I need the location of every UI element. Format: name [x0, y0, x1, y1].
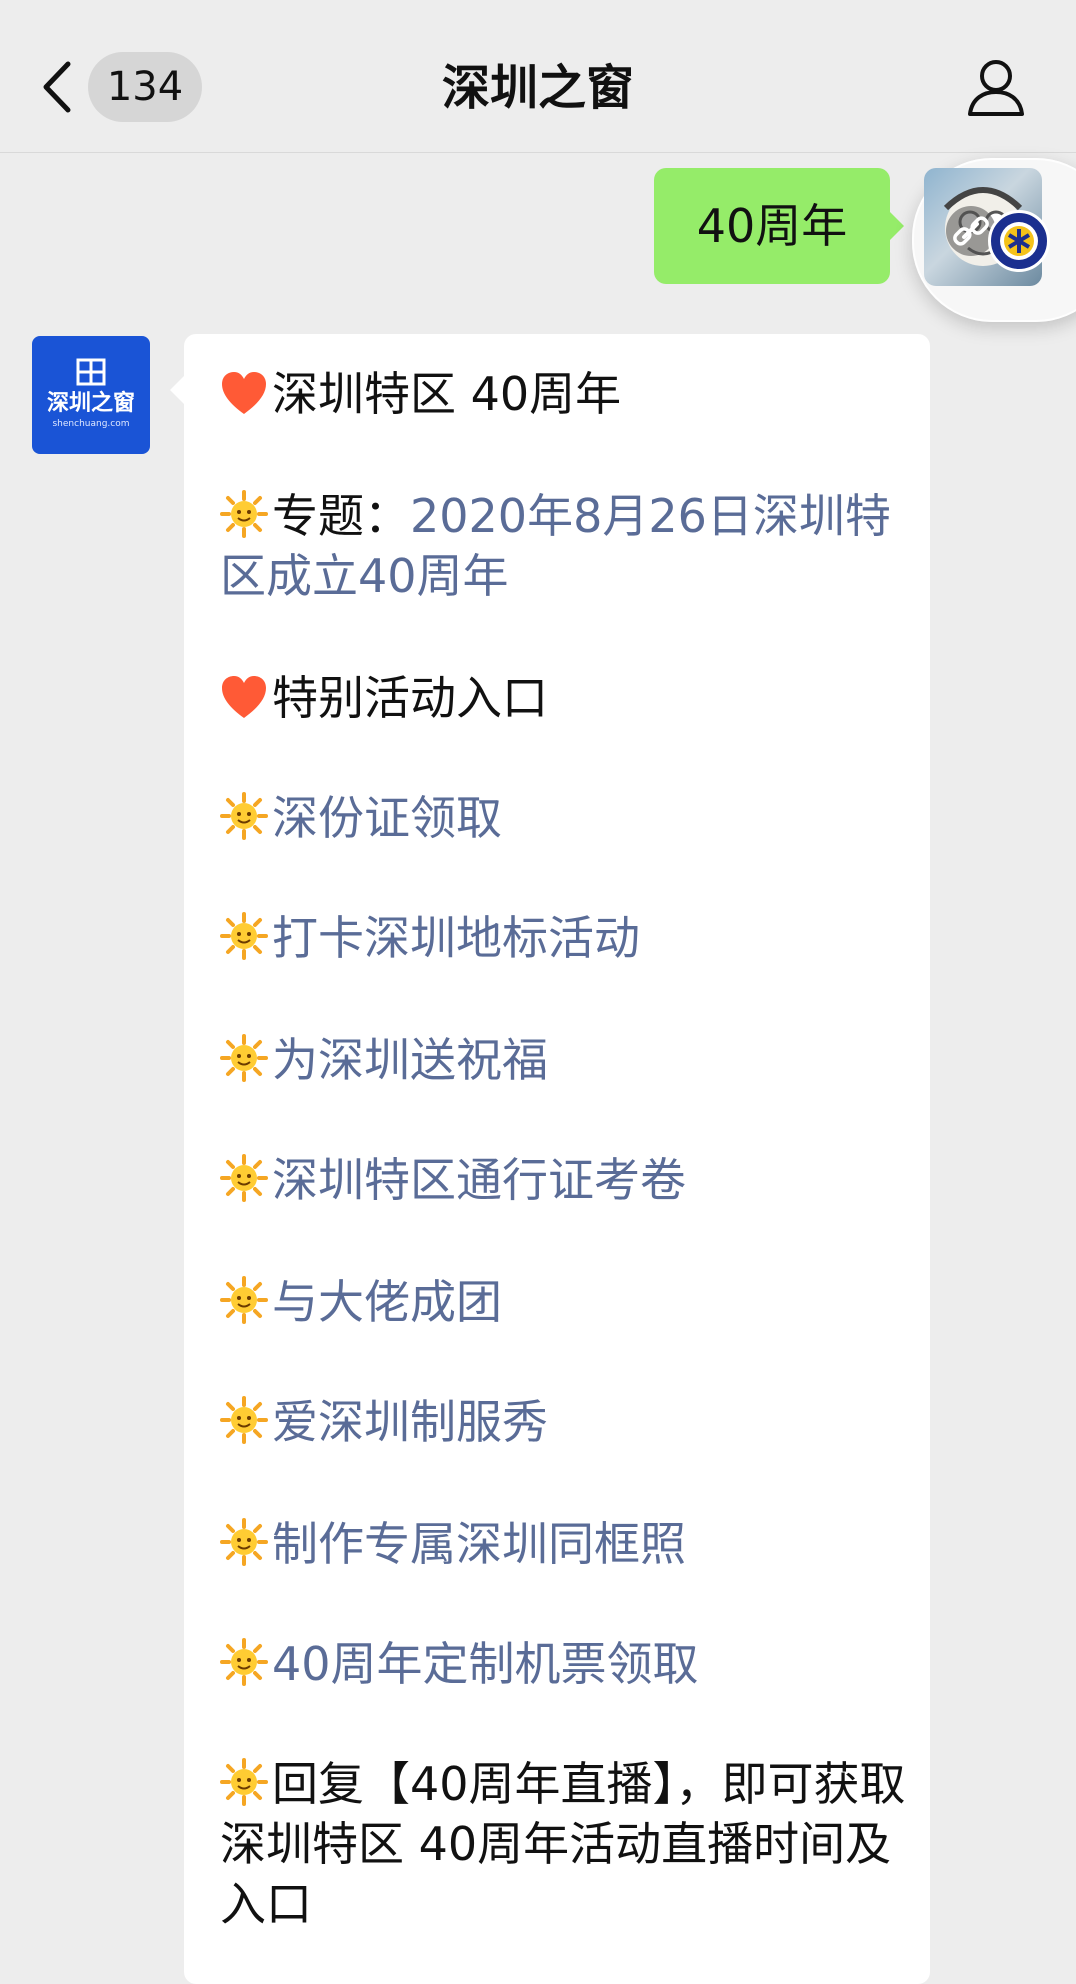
- activity-link-text[interactable]: 深圳特区通行证考卷: [272, 1153, 686, 1207]
- sun-icon: [220, 1034, 268, 1082]
- person-icon: [968, 60, 1024, 116]
- top-navigation-bar: 134 深圳之窗: [0, 0, 1076, 153]
- sun-icon: [220, 792, 268, 840]
- activity-link-text[interactable]: 爱深圳制服秀: [272, 1395, 548, 1449]
- back-button[interactable]: [38, 60, 78, 114]
- sun-icon: [220, 490, 268, 538]
- activity-link-item[interactable]: 40周年定制机票领取: [220, 1634, 910, 1694]
- sun-icon: [220, 1396, 268, 1444]
- activity-link-text[interactable]: 为深圳送祝福: [272, 1033, 548, 1087]
- special-entry-line: 特别活动入口: [220, 668, 910, 728]
- activity-link-item[interactable]: 深圳特区通行证考卷: [220, 1150, 910, 1210]
- unread-count-badge[interactable]: 134: [88, 52, 202, 122]
- activity-link-text[interactable]: 与大佬成团: [272, 1275, 502, 1329]
- topic-line: 专题：2020年8月26日深圳特区成立40周年: [220, 486, 910, 606]
- topic-label: 专题：: [272, 489, 410, 543]
- activity-link-item[interactable]: 制作专属深圳同框照: [220, 1514, 910, 1574]
- message-title: 深圳特区 40周年: [272, 367, 622, 421]
- profile-button[interactable]: [964, 56, 1028, 120]
- activity-link-text[interactable]: 制作专属深圳同框照: [272, 1517, 686, 1571]
- heart-icon: [222, 676, 266, 718]
- heart-icon: [222, 372, 266, 414]
- chevron-left-icon: [43, 61, 71, 113]
- activity-link-text[interactable]: 深份证领取: [272, 791, 502, 845]
- logo-subtext: shenchuang.com: [52, 419, 129, 429]
- outgoing-message-bubble[interactable]: 40周年: [654, 168, 904, 284]
- sun-icon: [220, 1758, 268, 1806]
- shenzhen-window-logo: 深圳之窗 shenchuang.com: [47, 358, 135, 429]
- sun-icon: [220, 1518, 268, 1566]
- activity-link-text[interactable]: 打卡深圳地标活动: [272, 911, 640, 965]
- reply-instruction-text: 回复【40周年直播】，即可获取深圳特区 40周年活动直播时间及入口: [220, 1757, 906, 1931]
- sun-icon: [220, 912, 268, 960]
- reply-instruction-line: 回复【40周年直播】，即可获取深圳特区 40周年活动直播时间及入口: [220, 1754, 910, 1934]
- sun-icon: [220, 1276, 268, 1324]
- emblem-badge-icon: [988, 210, 1050, 272]
- account-avatar[interactable]: 深圳之窗 shenchuang.com: [32, 336, 150, 454]
- logo-text: 深圳之窗: [47, 390, 135, 416]
- message-title-line: 深圳特区 40周年: [220, 364, 910, 424]
- activity-link-item[interactable]: 打卡深圳地标活动: [220, 908, 910, 968]
- sun-icon: [220, 1638, 268, 1686]
- activity-link-text[interactable]: 40周年定制机票领取: [272, 1637, 699, 1691]
- activity-link-item[interactable]: 爱深圳制服秀: [220, 1392, 910, 1452]
- activity-link-item[interactable]: 与大佬成团: [220, 1272, 910, 1332]
- sun-icon: [220, 1154, 268, 1202]
- activity-link-item[interactable]: 为深圳送祝福: [220, 1030, 910, 1090]
- special-entry-label: 特别活动入口: [272, 671, 548, 725]
- activity-link-item[interactable]: 深份证领取: [220, 788, 910, 848]
